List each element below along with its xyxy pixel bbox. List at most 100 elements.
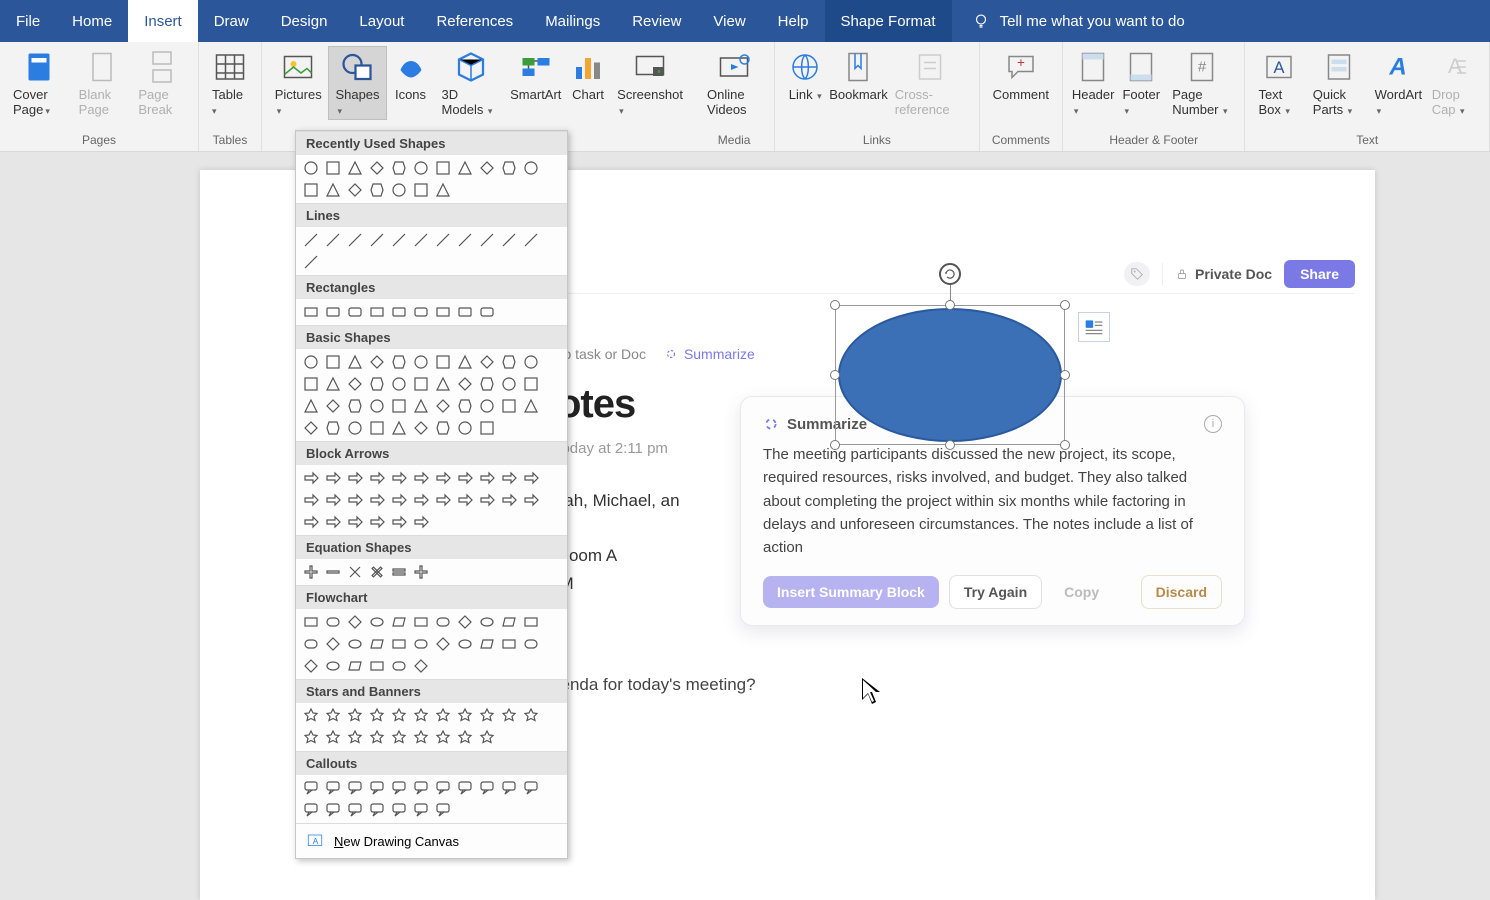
- resize-handle-sw[interactable]: [830, 440, 840, 450]
- tell-me-search[interactable]: Tell me what you want to do: [952, 0, 1185, 42]
- resize-handle-ne[interactable]: [1060, 300, 1070, 310]
- shape-option[interactable]: [454, 229, 476, 251]
- shape-option[interactable]: [432, 489, 454, 511]
- shape-option[interactable]: [300, 301, 322, 323]
- shape-option[interactable]: [520, 157, 542, 179]
- shape-option[interactable]: [454, 489, 476, 511]
- shape-option[interactable]: [520, 777, 542, 799]
- shape-option[interactable]: [366, 777, 388, 799]
- shape-option[interactable]: [520, 705, 542, 727]
- shape-option[interactable]: [366, 373, 388, 395]
- shape-option[interactable]: [454, 395, 476, 417]
- layout-options-button[interactable]: [1078, 312, 1110, 342]
- ellipse-shape[interactable]: [838, 308, 1062, 442]
- shape-option[interactable]: [454, 705, 476, 727]
- shape-option[interactable]: [344, 395, 366, 417]
- text-box-button[interactable]: A Text Box ▾: [1251, 46, 1305, 120]
- shape-option[interactable]: [300, 373, 322, 395]
- shape-option[interactable]: [300, 229, 322, 251]
- shape-option[interactable]: [476, 417, 498, 439]
- drop-cap-button[interactable]: A Drop Cap ▾: [1425, 46, 1483, 120]
- shape-option[interactable]: [300, 489, 322, 511]
- shape-option[interactable]: [498, 351, 520, 373]
- tab-shape-format[interactable]: Shape Format: [825, 0, 952, 42]
- shape-option[interactable]: [300, 655, 322, 677]
- pictures-button[interactable]: Pictures ▾: [268, 46, 328, 120]
- tag-icon[interactable]: [1124, 262, 1150, 286]
- cross-reference-button[interactable]: Cross-reference: [888, 46, 973, 120]
- bookmark-button[interactable]: Bookmark: [829, 46, 888, 105]
- shape-option[interactable]: [410, 799, 432, 821]
- shape-option[interactable]: [476, 777, 498, 799]
- shape-option[interactable]: [432, 727, 454, 749]
- insert-summary-button[interactable]: Insert Summary Block: [763, 576, 939, 608]
- shape-option[interactable]: [498, 489, 520, 511]
- shape-option[interactable]: [520, 351, 542, 373]
- resize-handle-e[interactable]: [1060, 370, 1070, 380]
- shape-option[interactable]: [454, 611, 476, 633]
- shape-option[interactable]: [388, 489, 410, 511]
- shape-option[interactable]: [520, 467, 542, 489]
- shape-option[interactable]: [410, 511, 432, 533]
- tab-layout[interactable]: Layout: [343, 0, 420, 42]
- smartart-button[interactable]: SmartArt: [508, 46, 565, 105]
- shape-option[interactable]: [366, 417, 388, 439]
- tab-design[interactable]: Design: [265, 0, 344, 42]
- shape-option[interactable]: [366, 727, 388, 749]
- shape-option[interactable]: [322, 489, 344, 511]
- shape-option[interactable]: [410, 777, 432, 799]
- shape-option[interactable]: [366, 395, 388, 417]
- shape-option[interactable]: [300, 395, 322, 417]
- shape-option[interactable]: [322, 157, 344, 179]
- tab-view[interactable]: View: [697, 0, 761, 42]
- rotate-handle[interactable]: [939, 263, 961, 285]
- cover-page-button[interactable]: Cover Page▾: [6, 46, 72, 120]
- shape-option[interactable]: [388, 799, 410, 821]
- shape-option[interactable]: [388, 777, 410, 799]
- shape-option[interactable]: [322, 511, 344, 533]
- shape-option[interactable]: [322, 417, 344, 439]
- shape-option[interactable]: [366, 633, 388, 655]
- shape-option[interactable]: [300, 351, 322, 373]
- shape-option[interactable]: [322, 373, 344, 395]
- shape-option[interactable]: [366, 799, 388, 821]
- shape-option[interactable]: [300, 179, 322, 201]
- shape-option[interactable]: [344, 727, 366, 749]
- shape-option[interactable]: [410, 467, 432, 489]
- shape-option[interactable]: [388, 705, 410, 727]
- shape-option[interactable]: [388, 395, 410, 417]
- shape-option[interactable]: [476, 395, 498, 417]
- link-button[interactable]: Link ▾: [781, 46, 829, 105]
- shape-option[interactable]: [366, 229, 388, 251]
- shape-option[interactable]: [300, 417, 322, 439]
- shape-option[interactable]: [454, 351, 476, 373]
- shape-option[interactable]: [520, 395, 542, 417]
- tab-review[interactable]: Review: [616, 0, 697, 42]
- shape-option[interactable]: [432, 301, 454, 323]
- shape-option[interactable]: [498, 467, 520, 489]
- shape-option[interactable]: [476, 489, 498, 511]
- shape-option[interactable]: [476, 727, 498, 749]
- share-button[interactable]: Share: [1284, 260, 1355, 288]
- shape-option[interactable]: [300, 799, 322, 821]
- resize-handle-se[interactable]: [1060, 440, 1070, 450]
- shape-option[interactable]: [432, 157, 454, 179]
- shape-option[interactable]: [410, 633, 432, 655]
- shape-option[interactable]: [344, 799, 366, 821]
- shape-option[interactable]: [388, 301, 410, 323]
- tab-home[interactable]: Home: [56, 0, 128, 42]
- tab-draw[interactable]: Draw: [198, 0, 265, 42]
- shape-option[interactable]: [388, 157, 410, 179]
- shape-option[interactable]: [344, 655, 366, 677]
- shape-option[interactable]: [432, 179, 454, 201]
- shape-option[interactable]: [498, 395, 520, 417]
- shape-option[interactable]: [344, 417, 366, 439]
- shape-option[interactable]: [432, 777, 454, 799]
- shape-option[interactable]: [388, 179, 410, 201]
- blank-page-button[interactable]: Blank Page: [72, 46, 132, 120]
- shape-option[interactable]: [322, 799, 344, 821]
- shape-option[interactable]: [366, 611, 388, 633]
- try-again-button[interactable]: Try Again: [949, 575, 1042, 609]
- shape-option[interactable]: [300, 157, 322, 179]
- info-icon[interactable]: i: [1204, 415, 1222, 433]
